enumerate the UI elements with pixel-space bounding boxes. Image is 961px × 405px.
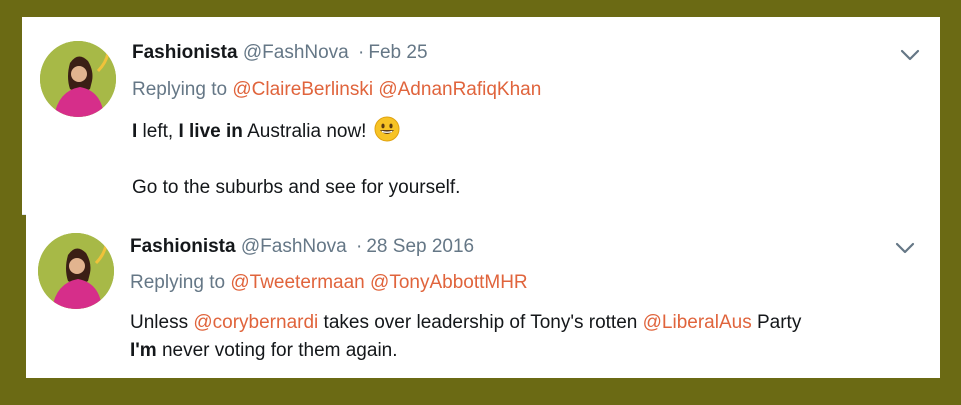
replying-label: Replying to	[132, 79, 228, 100]
replying-to: Replying to @ClaireBerlinski @AdnanRafiq…	[132, 79, 541, 101]
mention-link[interactable]: @AdnanRafiqKhan	[378, 79, 541, 100]
avatar-image	[40, 41, 116, 117]
avatar[interactable]	[38, 233, 114, 309]
chevron-down-icon[interactable]	[895, 241, 915, 255]
avatar[interactable]	[40, 41, 116, 117]
tweet-line: Unless @corybernardi takes over leadersh…	[130, 309, 801, 337]
tweet-text: Unless @corybernardi takes over leadersh…	[130, 309, 801, 365]
mention-link[interactable]: @ClaireBerlinski	[232, 79, 373, 100]
tweet-line: Go to the suburbs and see for yourself.	[132, 177, 461, 198]
avatar-image	[38, 233, 114, 309]
mention-link[interactable]: @LiberalAus	[643, 312, 752, 333]
handle[interactable]: @FashNova	[241, 236, 347, 257]
grinning-face-icon	[374, 116, 400, 142]
separator: ·	[358, 42, 365, 63]
mention-link[interactable]: @TonyAbbottMHR	[370, 272, 528, 293]
tweet-header: Fashionista @FashNova · 28 Sep 2016	[130, 236, 474, 258]
replying-to: Replying to @Tweetermaan @TonyAbbottMHR	[130, 272, 528, 294]
tweet-header: Fashionista @FashNova · Feb 25	[132, 42, 428, 64]
text: left,	[137, 121, 179, 142]
tweet-date[interactable]: 28 Sep 2016	[366, 236, 474, 257]
tweet-card[interactable]: Fashionista @FashNova · Feb 25 Replying t…	[22, 17, 940, 214]
tweet-card[interactable]: Fashionista @FashNova · 28 Sep 2016 Reply…	[26, 214, 940, 378]
text: Unless	[130, 312, 194, 333]
tweet-text: I left, I live in Australia now! Go to t…	[132, 116, 460, 202]
text: takes over leadership of Tony's rotten	[318, 312, 643, 333]
display-name[interactable]: Fashionista	[130, 236, 236, 257]
tweet-line: I'm never voting for them again.	[130, 337, 801, 365]
text: never voting for them again.	[156, 340, 398, 361]
text: Party	[751, 312, 802, 333]
tweet-date[interactable]: Feb 25	[368, 42, 427, 63]
replying-label: Replying to	[130, 272, 226, 293]
mention-link[interactable]: @corybernardi	[193, 312, 318, 333]
separator: ·	[356, 236, 363, 257]
bold-text: I live in	[178, 121, 243, 142]
display-name[interactable]: Fashionista	[132, 42, 238, 63]
handle[interactable]: @FashNova	[243, 42, 349, 63]
mention-link[interactable]: @Tweetermaan	[230, 272, 364, 293]
tweet-line: I left, I live in Australia now!	[132, 116, 460, 146]
chevron-down-icon[interactable]	[900, 48, 920, 62]
bold-text: I'm	[130, 340, 157, 361]
text: Australia now!	[242, 121, 367, 142]
